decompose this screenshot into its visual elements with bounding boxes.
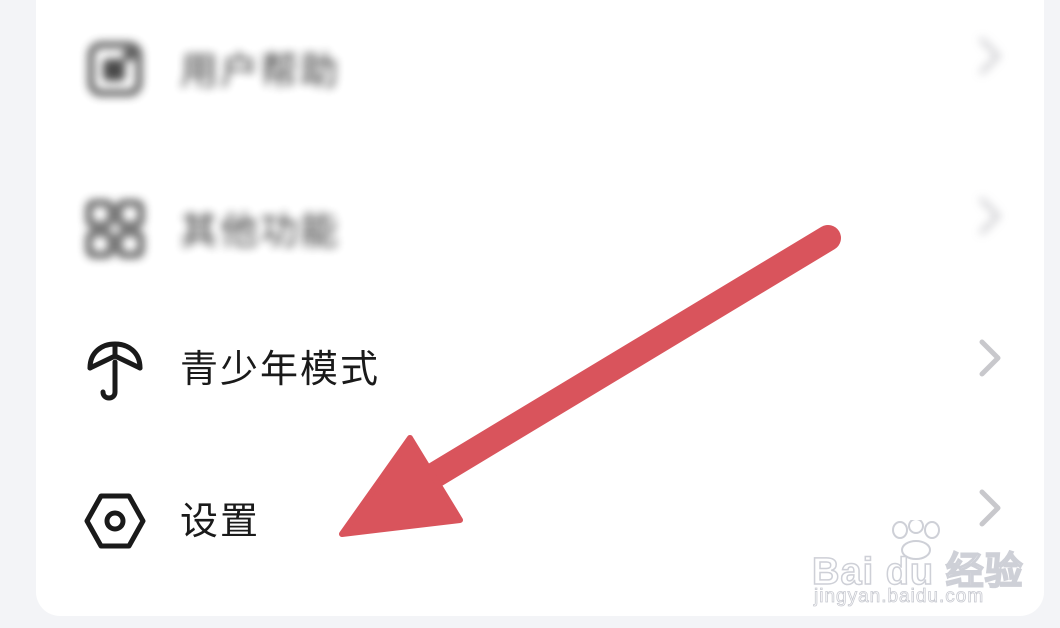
- menu-card: 用户帮助 其他功能 青少年模式 设置: [36, 0, 1044, 616]
- menu-item-settings[interactable]: 设置: [36, 464, 1044, 614]
- chevron-right-icon: [976, 338, 1004, 378]
- help-icon: [82, 36, 148, 102]
- menu-item-teen-mode[interactable]: 青少年模式: [36, 310, 1044, 460]
- settings-hexagon-icon: [82, 488, 148, 554]
- menu-item-label: 其他功能: [180, 209, 341, 253]
- chevron-right-icon: [976, 488, 1004, 528]
- screen: 用户帮助 其他功能 青少年模式 设置 Bai du 经验 jingyan.bai…: [0, 0, 1060, 628]
- grid-icon: [82, 196, 148, 262]
- menu-item-label: 青少年模式: [180, 347, 381, 391]
- menu-item-user-help[interactable]: 用户帮助: [36, 0, 1044, 144]
- menu-item-label: 设置: [180, 499, 261, 543]
- chevron-right-icon: [976, 36, 1004, 76]
- umbrella-icon: [82, 338, 148, 404]
- menu-item-label: 用户帮助: [180, 49, 341, 93]
- chevron-right-icon: [976, 196, 1004, 236]
- menu-item-other-features[interactable]: 其他功能: [36, 154, 1044, 304]
